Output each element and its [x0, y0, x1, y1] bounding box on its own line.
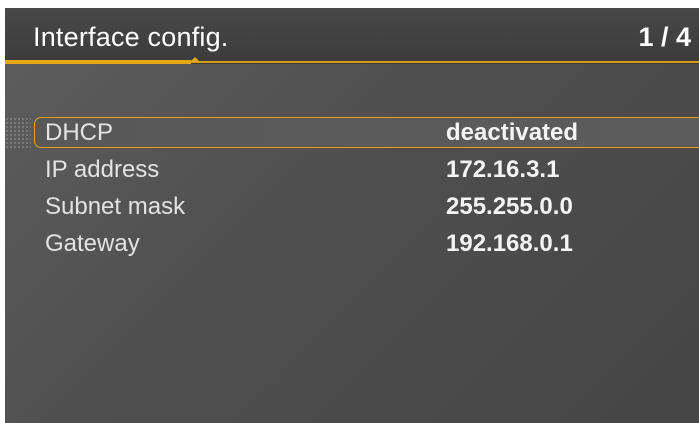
setting-label: Gateway: [45, 230, 140, 257]
setting-value: 255.255.0.0: [446, 193, 573, 220]
settings-row-ip-address[interactable]: IP address 172.16.3.1: [34, 154, 699, 185]
page-title: Interface config.: [33, 22, 229, 52]
setting-label: IP address: [45, 156, 160, 183]
device-screen: Interface config. 1 / 4 DHCP deactivated…: [5, 8, 699, 423]
setting-label: DHCP: [45, 119, 114, 146]
setting-value: deactivated: [446, 119, 579, 146]
settings-row-dhcp[interactable]: DHCP deactivated: [34, 117, 699, 148]
settings-row-gateway[interactable]: Gateway 192.168.0.1: [34, 228, 699, 259]
page-indicator: 1 / 4: [638, 22, 691, 52]
setting-value: 192.168.0.1: [446, 230, 573, 257]
caret-up-icon: [190, 57, 200, 62]
header-scroll-indicator: [5, 60, 191, 64]
drag-grip-icon: [5, 117, 31, 149]
settings-row-subnet-mask[interactable]: Subnet mask 255.255.0.0: [34, 191, 699, 222]
setting-label: Subnet mask: [45, 193, 186, 220]
setting-value: 172.16.3.1: [446, 156, 560, 183]
title-bar: Interface config. 1 / 4: [5, 8, 699, 64]
